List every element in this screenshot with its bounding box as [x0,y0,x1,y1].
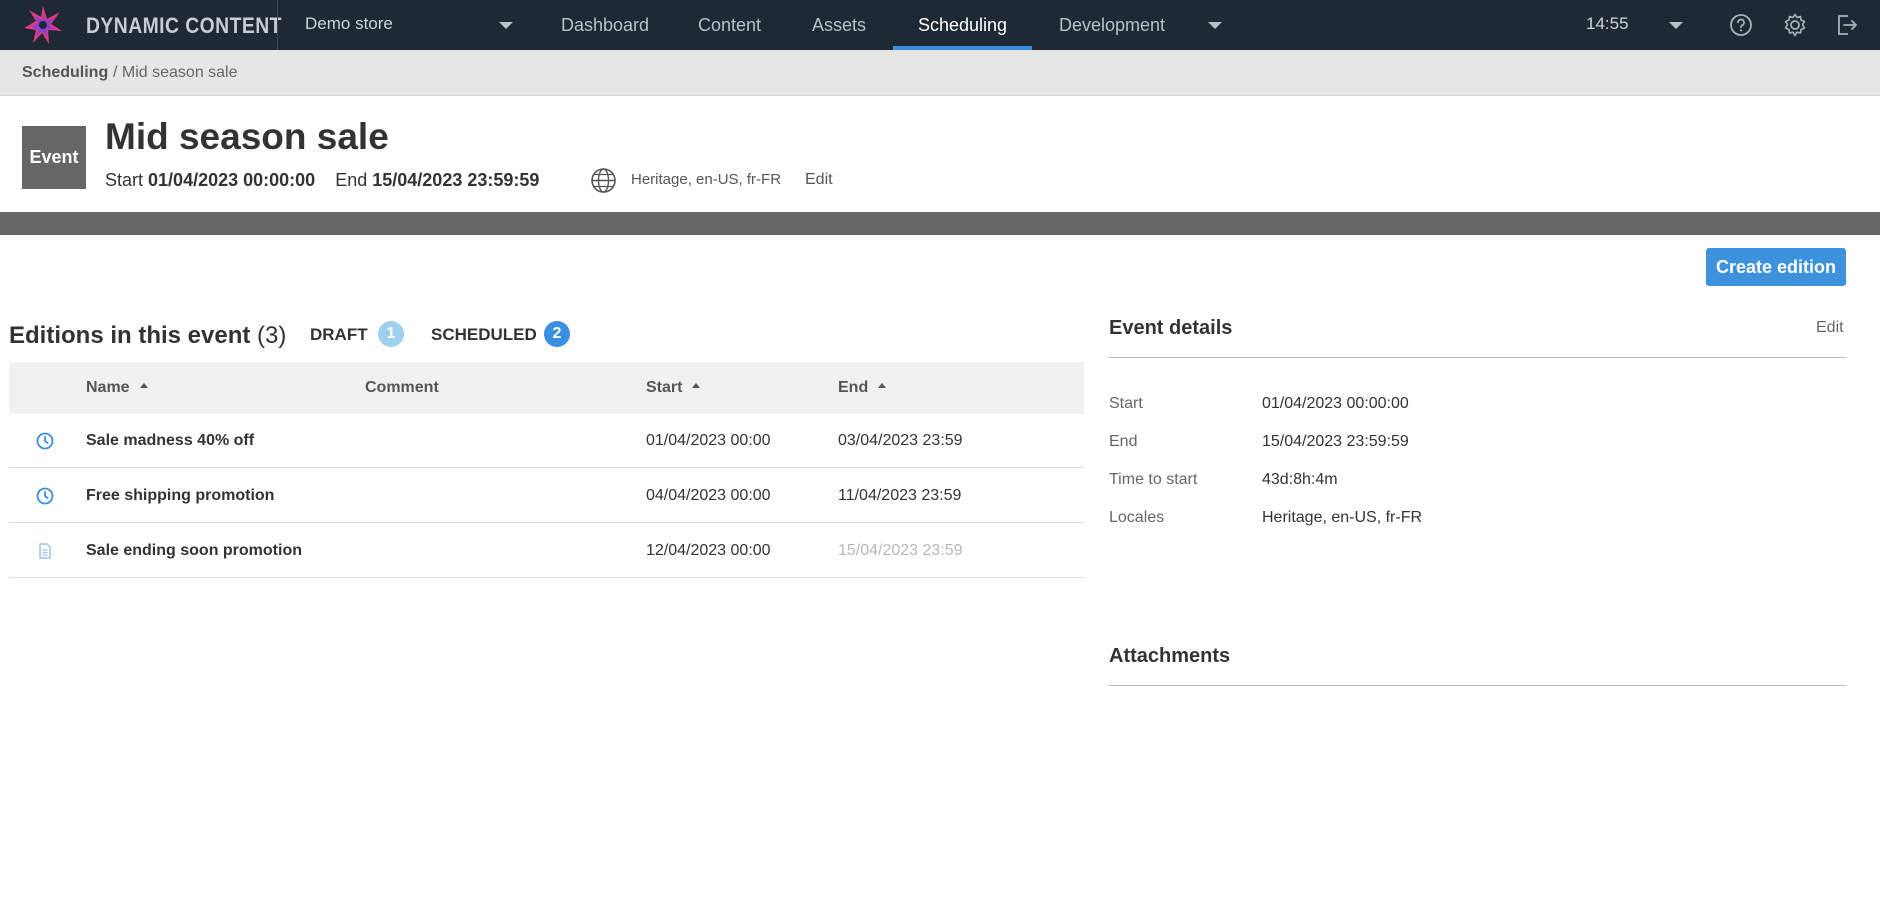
nav-dashboard[interactable]: Dashboard [536,0,674,50]
nav-content[interactable]: Content [673,0,786,50]
edition-name[interactable]: Sale madness 40% off [86,432,254,450]
table-row[interactable]: Sale madness 40% off 01/04/2023 00:00 03… [9,414,1084,468]
edition-name[interactable]: Free shipping promotion [86,487,274,505]
column-end[interactable]: End [838,379,887,397]
event-dates: Start 01/04/2023 00:00:00 End 15/04/2023… [105,170,539,191]
logo-icon[interactable] [22,4,64,46]
edition-start: 04/04/2023 00:00 [646,487,771,504]
header-band [0,212,1880,235]
status-draft-count: 1 [378,321,404,347]
attachments-title: Attachments [1109,645,1231,667]
clock-icon [36,487,54,505]
table-row[interactable]: Sale ending soon promotion 12/04/2023 00… [9,524,1084,578]
edition-end: 11/04/2023 23:59 [838,487,962,504]
table-header: Name Comment Start End [9,362,1084,414]
sort-ascending-icon[interactable] [692,383,701,389]
nav-more-chevron-down-icon[interactable] [1208,22,1222,29]
table-row[interactable]: Free shipping promotion 04/04/2023 00:00… [9,469,1084,523]
time-chevron-down-icon[interactable] [1669,22,1683,29]
details-divider [1109,357,1846,358]
topbar-divider [277,0,278,50]
page-title: Mid season sale [105,116,389,157]
column-name[interactable]: Name [86,379,148,397]
start-label: Start [105,170,144,190]
sort-ascending-icon[interactable] [139,383,148,389]
column-start[interactable]: Start [646,379,701,397]
start-value: 01/04/2023 00:00:00 [148,170,316,190]
brand-name: DYNAMIC CONTENT [86,13,282,38]
event-details-title: Event details [1109,317,1233,339]
create-edition-button[interactable]: Create edition [1706,248,1846,286]
logout-icon[interactable] [1834,12,1860,38]
edition-end: 03/04/2023 23:59 [838,432,963,449]
nav-scheduling[interactable]: Scheduling [893,0,1033,50]
edition-start: 12/04/2023 00:00 [646,542,771,559]
breadcrumb-scheduling-link[interactable]: Scheduling [22,64,108,82]
status-scheduled-label[interactable]: SCHEDULED [431,325,537,345]
edition-name[interactable]: Sale ending soon promotion [86,542,302,560]
editions-count: (3) [257,322,287,349]
column-comment: Comment [365,379,439,396]
detail-locales-label: Locales [1109,509,1165,526]
event-type-badge: Event [22,126,86,189]
edition-start: 01/04/2023 00:00 [646,432,771,449]
end-value: 15/04/2023 23:59:59 [372,170,540,190]
document-icon [39,543,51,559]
header-locales: Heritage, en-US, fr-FR [631,171,782,188]
globe-icon [591,168,616,193]
breadcrumb-current: / Mid season sale [113,64,238,81]
nav-development[interactable]: Development [1034,0,1190,50]
detail-end-label: End [1109,433,1138,450]
detail-start-value: 01/04/2023 00:00:00 [1262,395,1409,412]
editions-title-text: Editions in this event [9,322,251,349]
help-icon[interactable] [1728,12,1754,38]
header-edit-link[interactable]: Edit [805,171,833,189]
top-bar: DYNAMIC CONTENT Demo store Dashboard Con… [0,0,1880,50]
detail-time-to-start-label: Time to start [1109,471,1198,488]
breadcrumb: Scheduling / Mid season sale [0,50,1880,96]
store-selector[interactable]: Demo store [305,14,393,34]
editions-title: Editions in this event (3) [9,322,286,350]
end-label: End [335,170,368,190]
edition-end: 15/04/2023 23:59 [838,542,963,559]
sort-ascending-icon[interactable] [878,383,887,389]
gear-icon[interactable] [1782,12,1808,38]
clock-icon [36,432,54,450]
attachments-divider [1109,685,1846,686]
detail-end-value: 15/04/2023 23:59:59 [1262,433,1409,450]
detail-locales-value: Heritage, en-US, fr-FR [1262,509,1423,526]
status-scheduled-count: 2 [544,321,570,347]
time-display[interactable]: 14:55 [1586,14,1629,34]
detail-time-to-start-value: 43d:8h:4m [1262,471,1338,488]
details-edit-link[interactable]: Edit [1816,319,1844,337]
detail-start-label: Start [1109,395,1143,412]
nav-assets[interactable]: Assets [787,0,891,50]
status-draft-label[interactable]: DRAFT [310,325,368,345]
store-chevron-down-icon[interactable] [499,22,513,29]
